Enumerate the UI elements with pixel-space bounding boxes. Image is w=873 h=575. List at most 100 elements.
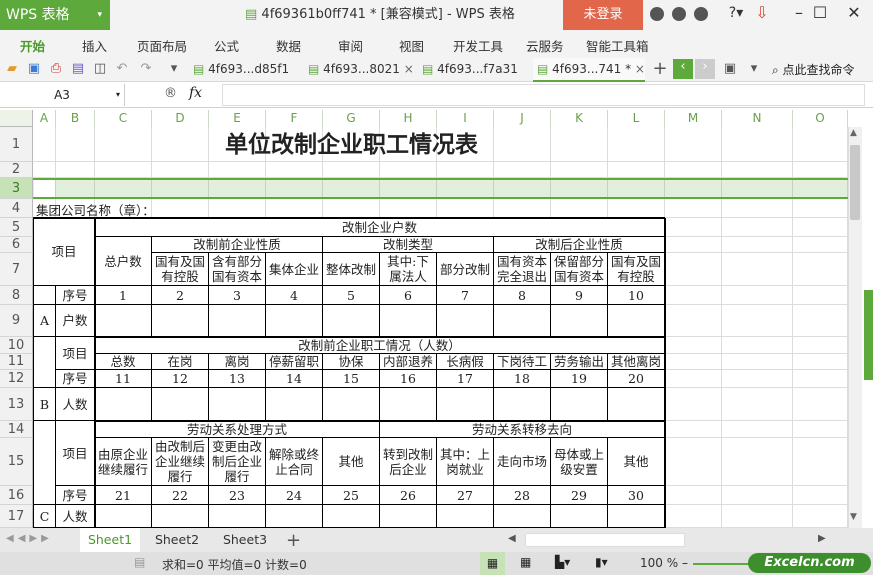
normal-view-icon[interactable]: ▦	[480, 552, 505, 575]
cell-sec3-numbers-5[interactable]: 26	[380, 486, 437, 505]
grid-cell[interactable]	[665, 354, 722, 370]
grid-cell[interactable]	[665, 199, 722, 218]
open-icon[interactable]: ▰	[4, 61, 20, 77]
cell-sec3-numbers-9[interactable]: 30	[608, 486, 665, 505]
read-mode-icon[interactable]: ▙▾	[555, 555, 570, 569]
row-header-3[interactable]: 3	[0, 178, 33, 199]
cell-sec3-labels-8[interactable]: 母体或上 级安置	[551, 438, 608, 486]
grid-cell[interactable]	[152, 199, 209, 218]
grid-cell[interactable]	[665, 218, 722, 237]
cell-sec1-g1[interactable]: 改制前企业性质	[152, 237, 323, 253]
active-cell[interactable]	[34, 180, 55, 197]
cell-sec1-labels-0[interactable]: 国有及国 有控股	[152, 253, 209, 286]
cell-sec2-numbers-1[interactable]: 12	[152, 370, 209, 388]
grid-cell[interactable]	[722, 237, 793, 253]
sheet-tab-sheet2[interactable]: Sheet2	[147, 528, 207, 552]
grid-cell[interactable]	[608, 162, 665, 178]
cell-sec2-numbers-3[interactable]: 14	[266, 370, 323, 388]
grid-cell[interactable]	[722, 486, 793, 505]
empty-cell[interactable]	[380, 305, 437, 337]
eye-protect-icon[interactable]: ▮▾	[595, 555, 608, 569]
cell-sec1-numbers-2[interactable]: 3	[209, 286, 266, 305]
cell-sec2-labels-7[interactable]: 下岗待工	[494, 354, 551, 370]
sheet-nav-arrows[interactable]: ◀◀▶▶	[6, 533, 53, 544]
column-header-L[interactable]: L	[608, 110, 665, 127]
cell-item[interactable]: 项目	[56, 337, 95, 370]
empty-cell[interactable]	[494, 305, 551, 337]
grid-cell[interactable]	[722, 199, 793, 218]
empty-cell[interactable]	[494, 505, 551, 528]
grid-cell[interactable]	[665, 388, 722, 421]
row-header-11[interactable]: 11	[0, 354, 33, 370]
grid-cell[interactable]	[722, 253, 793, 286]
cell-sec2-numbers-6[interactable]: 17	[437, 370, 494, 388]
grid-cell[interactable]	[722, 218, 793, 237]
select-all-corner[interactable]	[0, 110, 33, 127]
grid-cell[interactable]	[722, 162, 793, 178]
grid-cell[interactable]	[722, 438, 793, 486]
cell-sec3-labels-3[interactable]: 解除或终 止合同	[266, 438, 323, 486]
empty-cell[interactable]	[551, 505, 608, 528]
row-header-7[interactable]: 7	[0, 253, 33, 286]
grid-cell[interactable]	[380, 199, 437, 218]
column-header-B[interactable]: B	[56, 110, 95, 127]
scroll-left-icon[interactable]: ◀	[508, 533, 516, 544]
maximize-button[interactable]: ☐	[808, 3, 832, 22]
download-icon[interactable]: ⇩	[750, 3, 774, 22]
settings-icon[interactable]	[672, 7, 686, 21]
cell-sec2-labels-9[interactable]: 其他离岗	[608, 354, 665, 370]
row-header-10[interactable]: 10	[0, 337, 33, 354]
grid-cell[interactable]	[33, 127, 56, 162]
row-header-12[interactable]: 12	[0, 370, 33, 388]
cell-item[interactable]: 项目	[33, 218, 95, 286]
column-header-K[interactable]: K	[551, 110, 608, 127]
cell-sec2-labels-5[interactable]: 内部退养	[380, 354, 437, 370]
cell-sec3-labels-7[interactable]: 走向市场	[494, 438, 551, 486]
cell-sec3-labels-6[interactable]: 其中：上 岗就业	[437, 438, 494, 486]
empty-cell[interactable]	[152, 388, 209, 421]
grid-cell[interactable]	[665, 237, 722, 253]
grid-cell[interactable]	[551, 162, 608, 178]
empty-cell[interactable]	[380, 388, 437, 421]
column-header-H[interactable]: H	[380, 110, 437, 127]
row-header-16[interactable]: 16	[0, 486, 33, 505]
cell-seq[interactable]: 序号	[56, 286, 95, 305]
save-icon[interactable]: ▣	[26, 61, 42, 77]
row-header-14[interactable]: 14	[0, 421, 33, 438]
grid-cell[interactable]	[95, 162, 152, 178]
grid-cell[interactable]	[793, 337, 848, 354]
empty-cell[interactable]	[33, 286, 56, 305]
grid-cell[interactable]	[793, 305, 848, 337]
cell-sec1-labels-8[interactable]: 国有及国 有控股	[608, 253, 665, 286]
cell-sec3-labels-1[interactable]: 由改制后 企业继续 履行	[152, 438, 209, 486]
column-header-F[interactable]: F	[266, 110, 323, 127]
menu-tab-0[interactable]: 开始	[20, 36, 45, 55]
cell-sec2-numbers-2[interactable]: 13	[209, 370, 266, 388]
grid-cell[interactable]	[665, 438, 722, 486]
empty-cell[interactable]	[608, 505, 665, 528]
sheet-tab-sheet1[interactable]: Sheet1	[80, 528, 140, 552]
empty-cell[interactable]	[209, 388, 266, 421]
empty-cell[interactable]	[266, 388, 323, 421]
cell-sec1-g3[interactable]: 改制后企业性质	[494, 237, 665, 253]
cell-sec2-labels-0[interactable]: 总数	[95, 354, 152, 370]
grid-cell[interactable]	[722, 505, 793, 528]
menu-tab-2[interactable]: 页面布局	[137, 36, 187, 55]
grid-cell[interactable]	[608, 127, 665, 162]
grid-cell[interactable]	[494, 162, 551, 178]
grid-cell[interactable]	[793, 237, 848, 253]
zoom-out-button[interactable]: –	[682, 556, 688, 570]
grid-cell[interactable]	[665, 370, 722, 388]
empty-cell[interactable]	[437, 305, 494, 337]
cell-sec3-numbers-8[interactable]: 29	[551, 486, 608, 505]
grid-cell[interactable]	[722, 354, 793, 370]
column-header-J[interactable]: J	[494, 110, 551, 127]
empty-cell[interactable]	[551, 305, 608, 337]
grid-cell[interactable]	[209, 162, 266, 178]
empty-cell[interactable]	[33, 337, 56, 388]
grid-cell[interactable]	[33, 162, 56, 178]
screen-icon[interactable]: ▣	[722, 61, 738, 77]
cell-sec1-labels-4[interactable]: 其中:下 属法人	[380, 253, 437, 286]
grid-cell[interactable]	[437, 199, 494, 218]
column-header-D[interactable]: D	[152, 110, 209, 127]
